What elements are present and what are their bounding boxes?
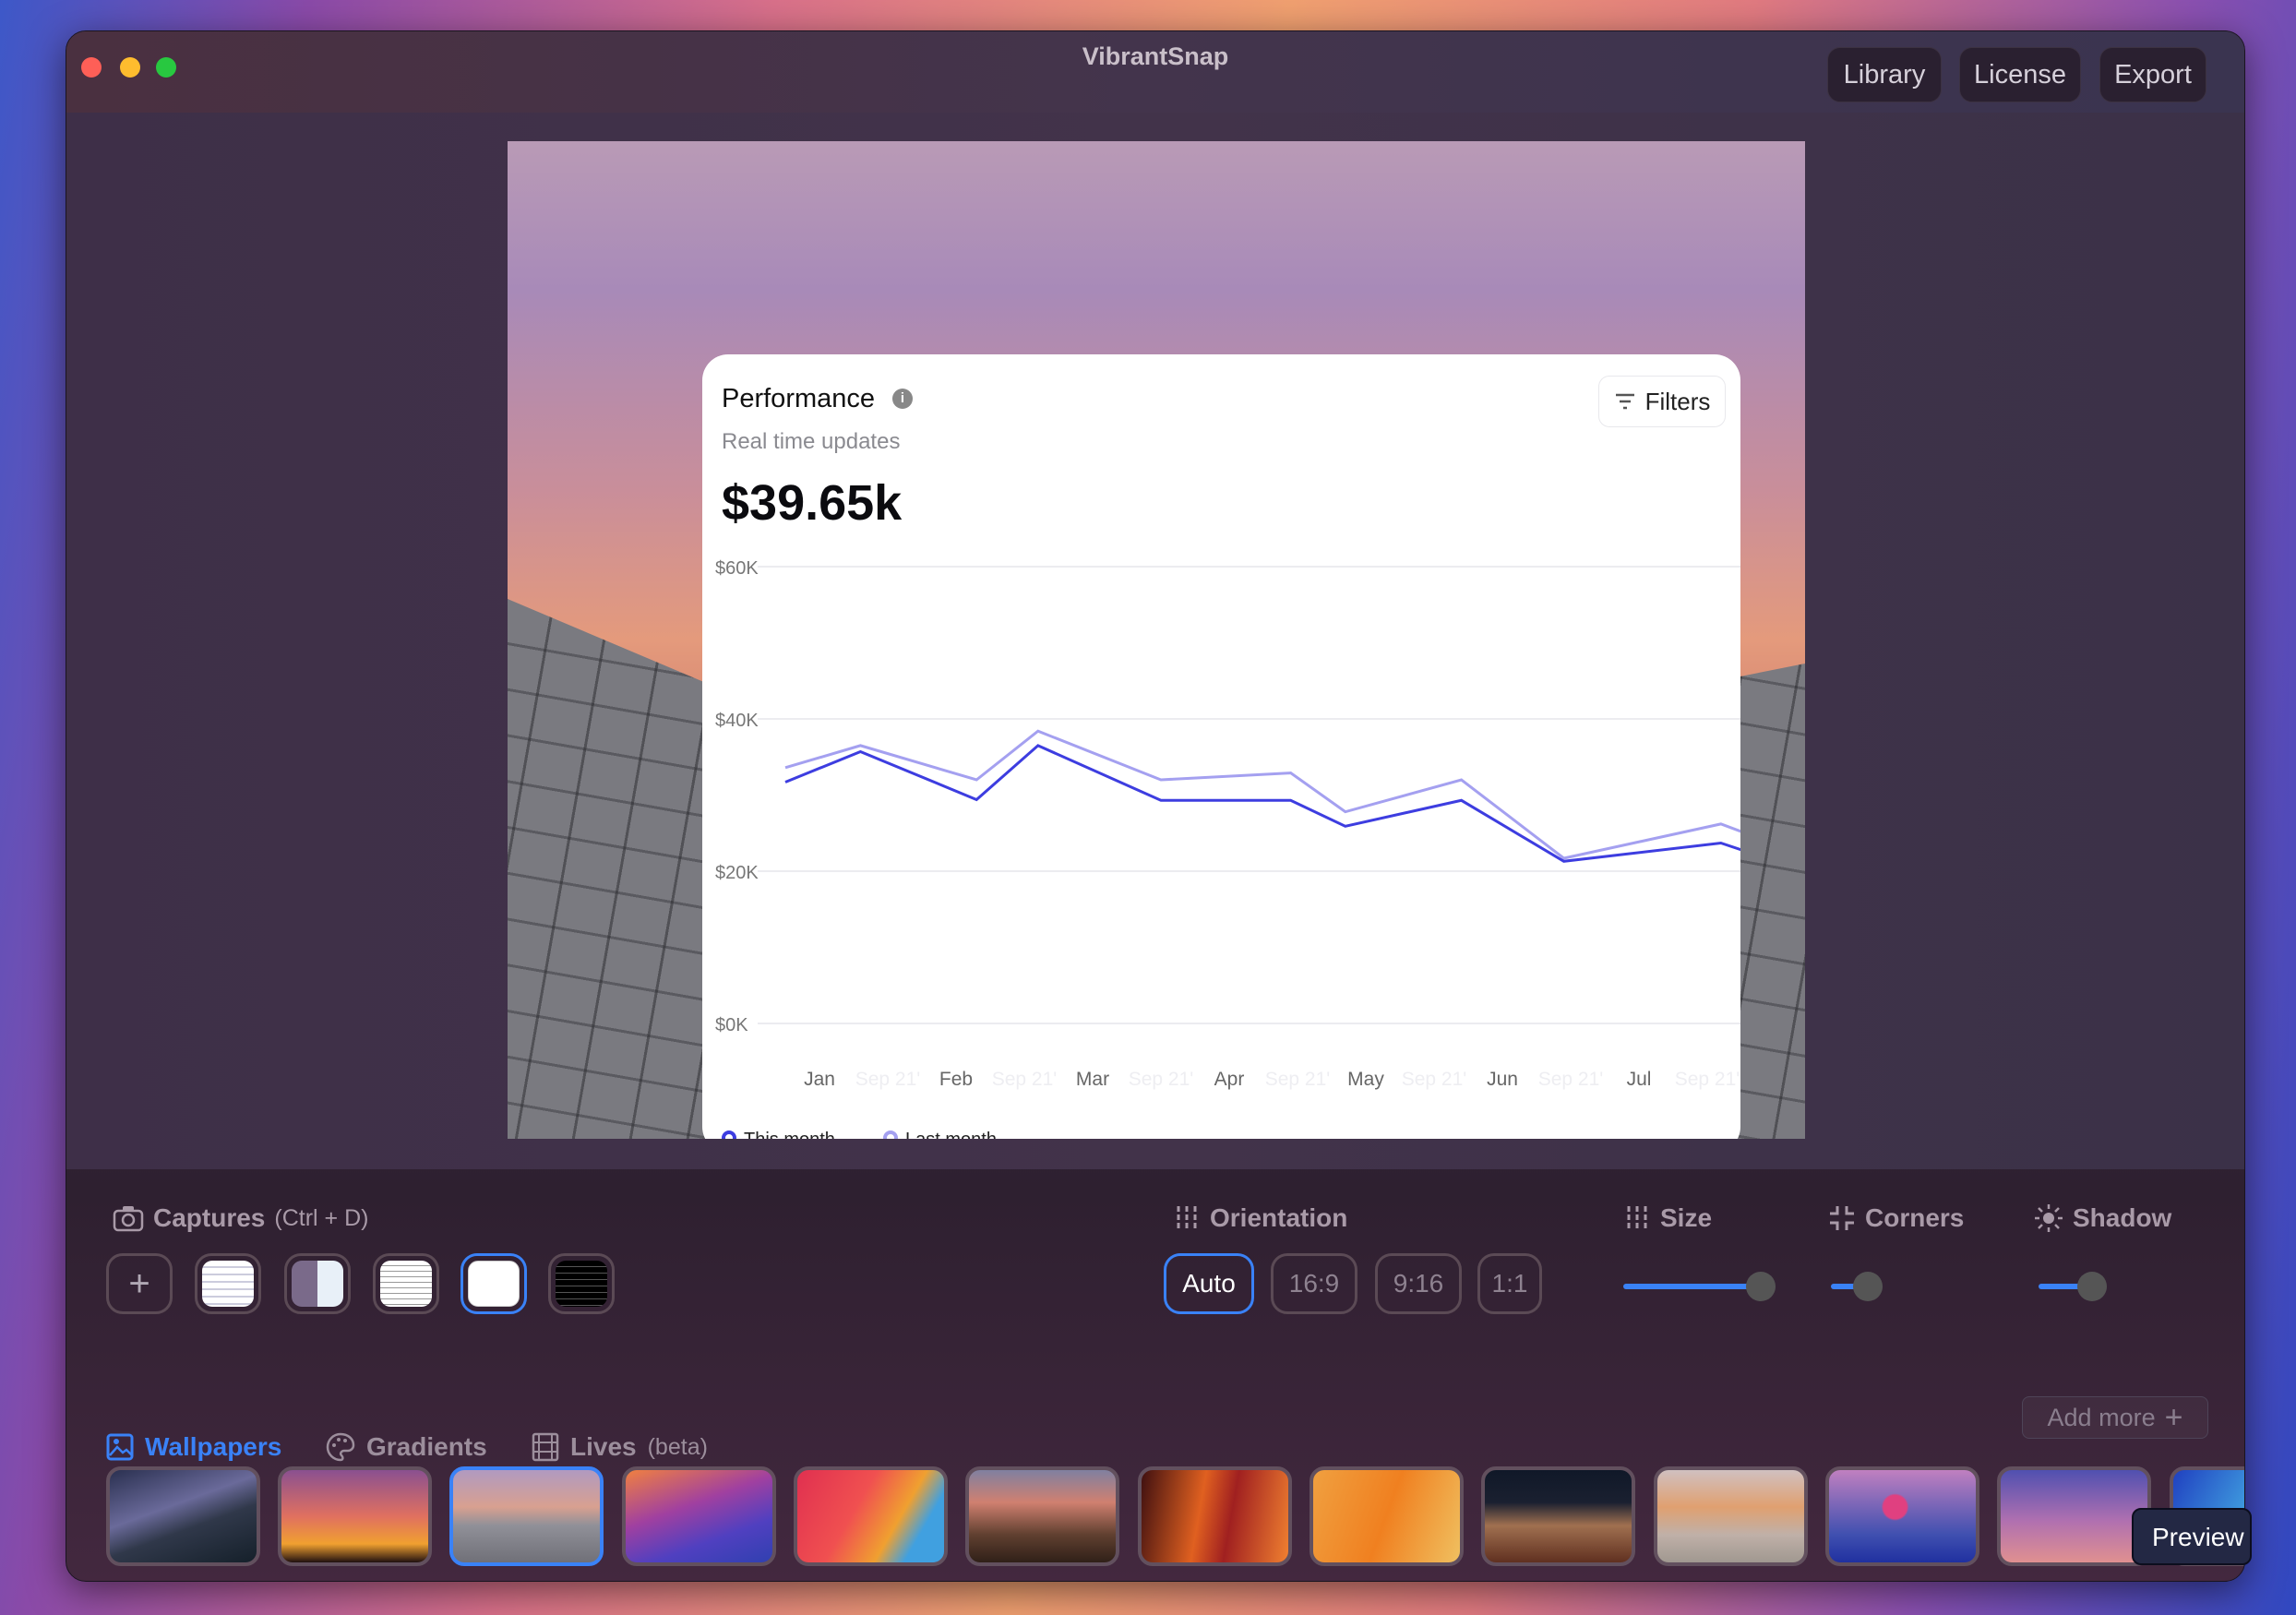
legend-marker: [722, 1130, 736, 1139]
orientation-1-1[interactable]: 1:1: [1477, 1253, 1542, 1314]
wallpaper-thumbnail-selected[interactable]: [449, 1466, 604, 1566]
x-tick-label: Sep 21': [1129, 1069, 1194, 1090]
series-line-this-month: [784, 744, 1740, 863]
tab-gradients[interactable]: Gradients: [326, 1432, 487, 1462]
size-slider[interactable]: [1623, 1272, 1776, 1301]
palette-icon: [326, 1432, 355, 1462]
preview-canvas: $0K $20K $40K $60K Jan Sep 21' Feb Sep 21' Mar Se…: [508, 141, 1805, 1139]
y-tick-label: $40K: [715, 711, 759, 731]
line-chart: $0K $20K $40K $60K Jan Sep 21' Feb Sep 21' Mar Se…: [715, 558, 1740, 1139]
slider-thumb[interactable]: [1746, 1272, 1776, 1301]
corners-label: Corners: [1865, 1203, 1965, 1232]
filters-button[interactable]: Filters: [1598, 376, 1726, 427]
x-tick-label: Sep 21': [855, 1069, 921, 1090]
x-tick-label: Sep 21': [1538, 1069, 1604, 1090]
size-header: Size: [1623, 1203, 1712, 1233]
film-icon: [532, 1432, 559, 1462]
x-tick-label: Mar: [1076, 1069, 1109, 1090]
add-capture-button[interactable]: +: [106, 1253, 173, 1314]
size-icon: [1627, 1206, 1647, 1230]
tab-lives[interactable]: Lives (beta): [532, 1432, 708, 1462]
app-window: VibrantSnap Library License Export $0K $2…: [66, 30, 2245, 1582]
legend-marker: [883, 1130, 898, 1139]
wallpaper-thumbnail[interactable]: [622, 1466, 776, 1566]
capture-thumbnail[interactable]: [284, 1253, 351, 1314]
license-button[interactable]: License: [1959, 47, 2081, 102]
x-tick-label: Sep 21': [992, 1069, 1058, 1090]
x-tick-label: Jun: [1487, 1069, 1518, 1090]
canvas-area: $0K $20K $40K $60K Jan Sep 21' Feb Sep 21' Mar Se…: [66, 113, 2244, 1169]
orientation-header: Orientation: [1173, 1203, 1347, 1233]
capture-thumbnail[interactable]: [548, 1253, 615, 1314]
big-value: $39.65k: [722, 475, 903, 531]
shadow-slider[interactable]: [2039, 1272, 2192, 1301]
captures-header: Captures (Ctrl + D): [113, 1203, 368, 1233]
add-more-button[interactable]: Add more +: [2022, 1396, 2208, 1439]
orientation-16-9[interactable]: 16:9: [1271, 1253, 1357, 1314]
card-subtitle: Real time updates: [722, 429, 901, 454]
capture-thumbnail-selected[interactable]: [460, 1253, 527, 1314]
x-tick-label: Apr: [1214, 1069, 1245, 1090]
tab-wallpapers[interactable]: Wallpapers: [106, 1432, 281, 1462]
x-tick-label: May: [1347, 1069, 1384, 1090]
orientation-label: Orientation: [1210, 1203, 1348, 1232]
wallpaper-thumbnail[interactable]: [1825, 1466, 1979, 1566]
sliders-icon: [1177, 1206, 1197, 1230]
slider-thumb[interactable]: [2077, 1272, 2108, 1301]
beta-label: (beta): [647, 1433, 708, 1460]
image-icon: [106, 1433, 134, 1461]
tab-wallpapers-label: Wallpapers: [145, 1432, 282, 1461]
capture-thumbnail[interactable]: [373, 1253, 439, 1314]
corners-icon: [1830, 1206, 1854, 1230]
preview-tooltip: Preview: [2132, 1508, 2252, 1565]
tab-gradients-label: Gradients: [366, 1432, 487, 1461]
size-label: Size: [1660, 1203, 1713, 1232]
x-tick-label: Sep 21': [1675, 1069, 1740, 1090]
filters-label: Filters: [1644, 387, 1711, 415]
wallpaper-thumbnail[interactable]: [278, 1466, 432, 1566]
shadow-label: Shadow: [2073, 1203, 2172, 1232]
wallpaper-thumbnail[interactable]: [1997, 1466, 2151, 1566]
orientation-9-16[interactable]: 9:16: [1375, 1253, 1462, 1314]
capture-thumbnail[interactable]: [195, 1253, 261, 1314]
performance-card: $0K $20K $40K $60K Jan Sep 21' Feb Sep 21' Mar Se…: [702, 354, 1740, 1139]
legend-label: This month: [744, 1130, 835, 1139]
y-tick-label: $0K: [715, 1015, 748, 1035]
wallpaper-thumbnail[interactable]: [794, 1466, 948, 1566]
export-button[interactable]: Export: [2099, 47, 2206, 102]
add-more-label: Add more: [2047, 1403, 2156, 1431]
series-line-last-month: [784, 729, 1740, 860]
shadow-header: Shadow: [2034, 1203, 2171, 1233]
orientation-auto[interactable]: Auto: [1164, 1253, 1254, 1314]
x-tick-label: Jul: [1627, 1069, 1652, 1090]
plus-icon: +: [2164, 1399, 2183, 1435]
corners-header: Corners: [1828, 1203, 1964, 1233]
captures-shortcut: (Ctrl + D): [274, 1204, 369, 1231]
wallpaper-thumbnail[interactable]: [1138, 1466, 1292, 1566]
slider-thumb[interactable]: [1852, 1272, 1883, 1301]
sun-icon: [2035, 1204, 2063, 1232]
camera-icon: [113, 1206, 144, 1232]
wallpaper-thumbnail[interactable]: [1309, 1466, 1464, 1566]
library-button[interactable]: Library: [1827, 47, 1942, 102]
wallpaper-thumbnail[interactable]: [1654, 1466, 1808, 1566]
filter-icon: [1615, 393, 1634, 410]
tab-lives-label: Lives: [570, 1432, 637, 1461]
x-tick-label: Jan: [804, 1069, 835, 1090]
wallpaper-thumbnail[interactable]: [965, 1466, 1119, 1566]
x-tick-label: Sep 21': [1402, 1069, 1467, 1090]
title-bar: VibrantSnap Library License Export: [66, 31, 2244, 113]
y-tick-label: $20K: [715, 863, 759, 883]
y-tick-label: $60K: [715, 558, 759, 579]
wallpaper-thumbnail[interactable]: [106, 1466, 260, 1566]
captures-label: Captures: [153, 1203, 266, 1232]
x-tick-label: Sep 21': [1265, 1069, 1331, 1090]
info-icon[interactable]: i: [892, 389, 913, 409]
wallpaper-thumbnail[interactable]: [1481, 1466, 1635, 1566]
corners-slider[interactable]: [1831, 1272, 1984, 1301]
legend-label: Last month: [905, 1130, 997, 1139]
x-tick-label: Feb: [939, 1069, 973, 1090]
card-title: Performance: [722, 384, 876, 413]
slider-track: [1623, 1284, 1762, 1289]
